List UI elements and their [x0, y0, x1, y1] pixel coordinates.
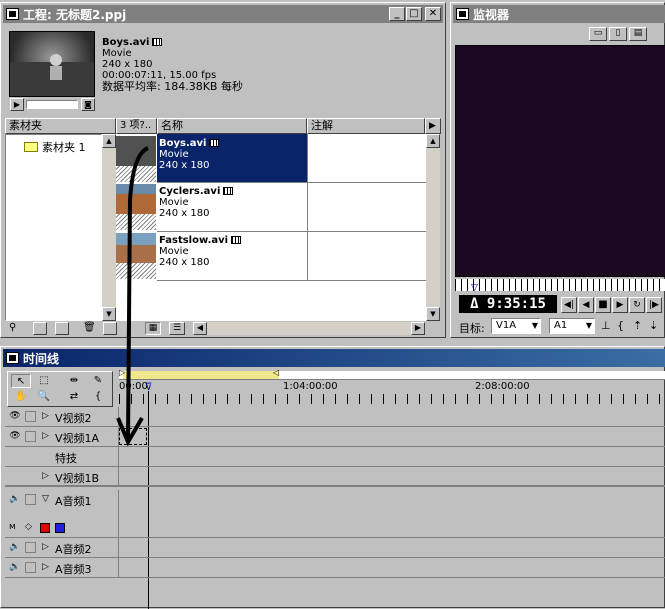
drag-arrow-overlay	[116, 146, 150, 447]
drag-arrow-path	[126, 146, 150, 441]
